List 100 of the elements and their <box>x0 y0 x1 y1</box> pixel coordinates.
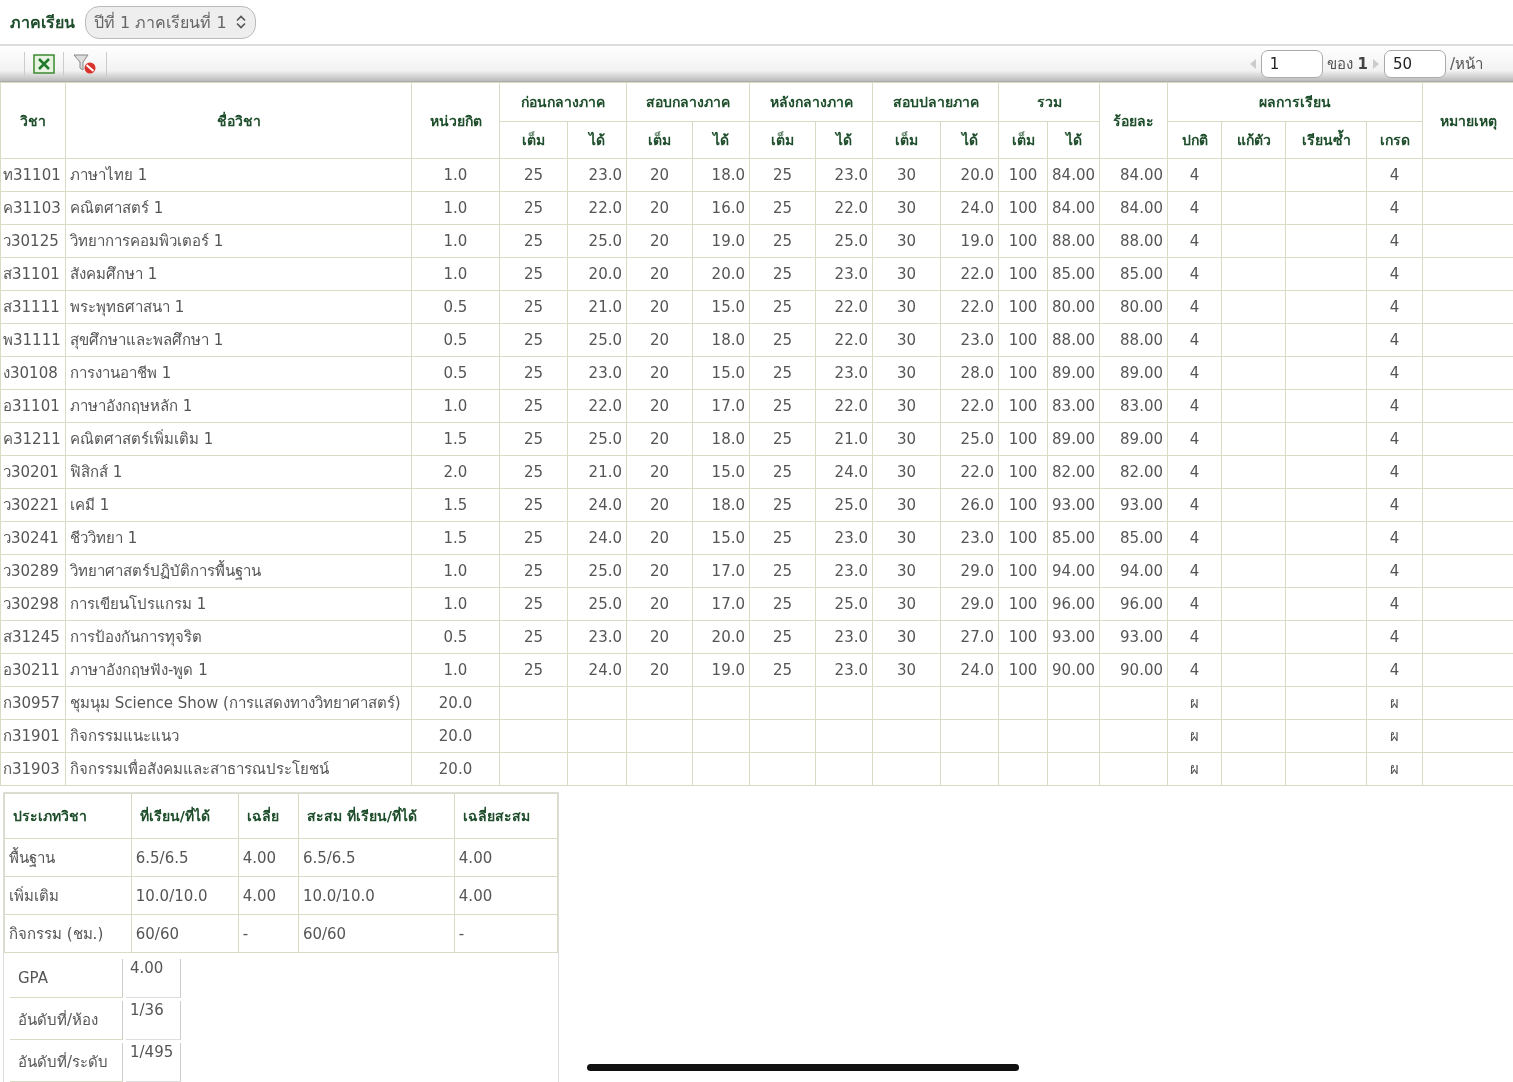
table-cell: 1.0 <box>411 191 500 225</box>
table-cell: 100 <box>998 389 1048 423</box>
table-cell: สุขศึกษาและพลศึกษา 1 <box>65 323 412 357</box>
table-cell: 94.00 <box>1099 554 1168 588</box>
table-cell: ก30957 <box>0 686 66 720</box>
column-header: ชื่อวิชา <box>65 82 412 159</box>
column-header: เต็ม <box>626 121 693 159</box>
table-cell: 23.0 <box>940 323 999 357</box>
table-cell: 24.0 <box>815 455 873 489</box>
table-cell: 30 <box>872 422 941 456</box>
table-cell: 4 <box>1366 554 1423 588</box>
table-cell: 29.0 <box>940 587 999 621</box>
table-cell: 23.0 <box>567 356 627 390</box>
table-cell: 20 <box>626 290 693 324</box>
table-cell: 4 <box>1167 356 1222 390</box>
table-cell: 25.0 <box>567 224 627 258</box>
table-cell: 23.0 <box>567 620 627 654</box>
table-cell: ผ <box>1167 719 1222 753</box>
table-cell: 25.0 <box>815 224 873 258</box>
table-cell: 15.0 <box>692 356 750 390</box>
table-cell: - <box>454 914 558 953</box>
table-cell: 25 <box>499 191 568 225</box>
table-cell: ผ <box>1366 752 1423 786</box>
table-cell: ภาษาอังกฤษฟัง-พูด 1 <box>65 653 412 687</box>
table-cell: 23.0 <box>815 158 873 192</box>
table-cell: 15.0 <box>692 290 750 324</box>
table-cell: 100 <box>998 587 1048 621</box>
table-cell: 19.0 <box>692 653 750 687</box>
table-cell: 4 <box>1366 323 1423 357</box>
table-cell: 4 <box>1167 323 1222 357</box>
table-cell: 84.00 <box>1047 191 1100 225</box>
table-cell: 25 <box>499 224 568 258</box>
table-cell: 25 <box>499 620 568 654</box>
table-cell: 22.0 <box>940 290 999 324</box>
column-header: ได้ <box>940 121 999 159</box>
table-cell: 4 <box>1167 257 1222 291</box>
table-cell: 24.0 <box>940 653 999 687</box>
table-cell: 25 <box>749 488 816 522</box>
table-cell: 20.0 <box>692 620 750 654</box>
table-cell: เพิ่มเติม <box>4 876 132 915</box>
table-cell: 60/60 <box>131 914 239 953</box>
table-cell: 88.00 <box>1047 224 1100 258</box>
table-cell: 4 <box>1167 488 1222 522</box>
table-cell: 22.0 <box>815 191 873 225</box>
table-cell: 25 <box>749 257 816 291</box>
column-header: หน่วยกิต <box>411 82 500 159</box>
table-cell: 100 <box>998 290 1048 324</box>
table-cell: 27.0 <box>940 620 999 654</box>
table-cell: 22.0 <box>940 257 999 291</box>
table-cell: 22.0 <box>815 389 873 423</box>
table-cell: 23.0 <box>815 257 873 291</box>
table-cell: 30 <box>872 323 941 357</box>
table-cell: 19.0 <box>940 224 999 258</box>
table-cell: 22.0 <box>567 389 627 423</box>
table-cell: 25 <box>749 521 816 555</box>
table-cell: 93.00 <box>1099 620 1168 654</box>
table-cell: 15.0 <box>692 521 750 555</box>
column-header: ได้ <box>692 121 750 159</box>
table-cell: 4.00 <box>454 876 558 915</box>
table-cell: 18.0 <box>692 488 750 522</box>
column-header: แก้ตัว <box>1221 121 1286 159</box>
table-cell: 30 <box>872 653 941 687</box>
table-cell: 4 <box>1366 389 1423 423</box>
table-cell: 4 <box>1167 224 1222 258</box>
table-cell: ผ <box>1167 686 1222 720</box>
column-header: ประเภทวิชา <box>4 793 132 839</box>
page-number-field[interactable]: 1 <box>1260 49 1323 78</box>
column-header: ได้ <box>815 121 873 159</box>
table-cell: 21.0 <box>567 455 627 489</box>
table-cell: 100 <box>998 455 1048 489</box>
table-cell: 4.00 <box>238 838 299 877</box>
table-cell: 25.0 <box>567 587 627 621</box>
table-cell: การป้องกันการทุจริต <box>65 620 412 654</box>
table-cell: 16.0 <box>692 191 750 225</box>
table-cell: 4 <box>1366 290 1423 324</box>
table-cell: 100 <box>998 323 1048 357</box>
table-cell: ค31103 <box>0 191 66 225</box>
table-cell: 25 <box>749 191 816 225</box>
table-cell: 0.5 <box>411 323 500 357</box>
column-group-header: ผลการเรียน <box>1167 82 1423 122</box>
table-cell: 4 <box>1167 455 1222 489</box>
table-cell: 0.5 <box>411 290 500 324</box>
table-cell: 25 <box>499 290 568 324</box>
column-header: ได้ <box>1047 121 1100 159</box>
table-cell: - <box>238 914 299 953</box>
table-cell: 28.0 <box>940 356 999 390</box>
table-cell: 30 <box>872 620 941 654</box>
column-group-header: ก่อนกลางภาค <box>499 82 627 122</box>
table-cell: ว30221 <box>0 488 66 522</box>
term-select[interactable]: ปีที่ 1 ภาคเรียนที่ 1 <box>85 5 256 39</box>
page-size-field[interactable]: 50 <box>1383 49 1446 78</box>
table-cell: 88.00 <box>1047 323 1100 357</box>
table-cell: 20.0 <box>567 257 627 291</box>
column-group-header: รวม <box>998 82 1100 122</box>
table-cell: 100 <box>998 521 1048 555</box>
table-cell: 21.0 <box>567 290 627 324</box>
column-header: เกรด <box>1366 121 1423 159</box>
stat-label: GPA <box>10 959 123 998</box>
table-cell: 4 <box>1366 488 1423 522</box>
table-cell: 17.0 <box>692 554 750 588</box>
